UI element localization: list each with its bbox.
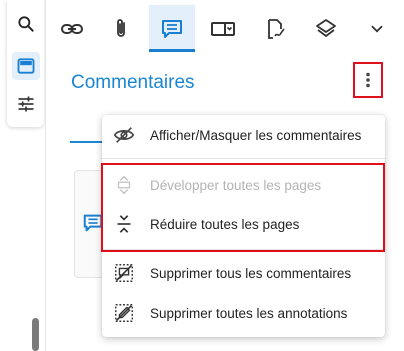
menu-separator (102, 249, 385, 250)
delete-annotations-icon (113, 302, 135, 324)
settings-button[interactable] (7, 86, 44, 122)
search-button[interactable] (7, 6, 44, 42)
paperclip-icon (117, 18, 125, 37)
expand-icon (113, 174, 135, 196)
top-toolbar (46, 0, 404, 53)
comment-icon (83, 214, 103, 232)
link-button[interactable] (49, 5, 95, 52)
more-vertical-icon (366, 72, 370, 88)
menu-separator (102, 158, 385, 159)
menu-item-label: Réduire toutes les pages (150, 216, 300, 232)
attachment-button[interactable] (98, 5, 144, 52)
menu-item-expand-pages[interactable]: Développer toutes les pages (102, 167, 385, 203)
eye-off-icon (113, 124, 135, 146)
menu-item-label: Afficher/Masquer les commentaires (150, 127, 362, 143)
collapse-icon (113, 213, 135, 235)
menu-item-delete-annotations[interactable]: Supprimer toutes les annotations (102, 295, 385, 331)
comments-tab-button[interactable] (149, 5, 195, 52)
search-icon (17, 16, 34, 32)
menu-item-label: Développer toutes les pages (150, 177, 322, 193)
options-menu: Afficher/Masquer les commentaires Dévelo… (102, 115, 385, 337)
sliders-icon (18, 96, 33, 112)
form-field-icon (211, 21, 235, 36)
comment-icon (162, 19, 182, 38)
options-menu-button[interactable] (353, 62, 383, 98)
tab-indicator (70, 141, 104, 143)
signature-icon (268, 18, 285, 39)
panel-icon (17, 58, 34, 74)
menu-item-label: Supprimer tous les commentaires (150, 265, 352, 281)
link-icon (61, 23, 83, 34)
layers-icon (316, 18, 336, 37)
panel-title: Commentaires (71, 72, 195, 93)
left-toolbar (7, 0, 44, 127)
menu-item-label: Supprimer toutes les annotations (150, 305, 348, 321)
scrollbar-thumb[interactable] (32, 318, 39, 351)
chevron-down-icon (371, 25, 383, 33)
signature-button[interactable] (252, 5, 298, 52)
more-tools-button[interactable] (354, 5, 400, 52)
form-field-button[interactable] (200, 5, 246, 52)
delete-comments-icon (113, 262, 135, 284)
menu-item-collapse-pages[interactable]: Réduire toutes les pages (102, 206, 385, 242)
menu-item-delete-comments[interactable]: Supprimer tous les commentaires (102, 255, 385, 291)
menu-item-toggle-comments[interactable]: Afficher/Masquer les commentaires (102, 117, 385, 153)
panel-toggle-button[interactable] (7, 48, 44, 84)
layers-button[interactable] (303, 5, 349, 52)
